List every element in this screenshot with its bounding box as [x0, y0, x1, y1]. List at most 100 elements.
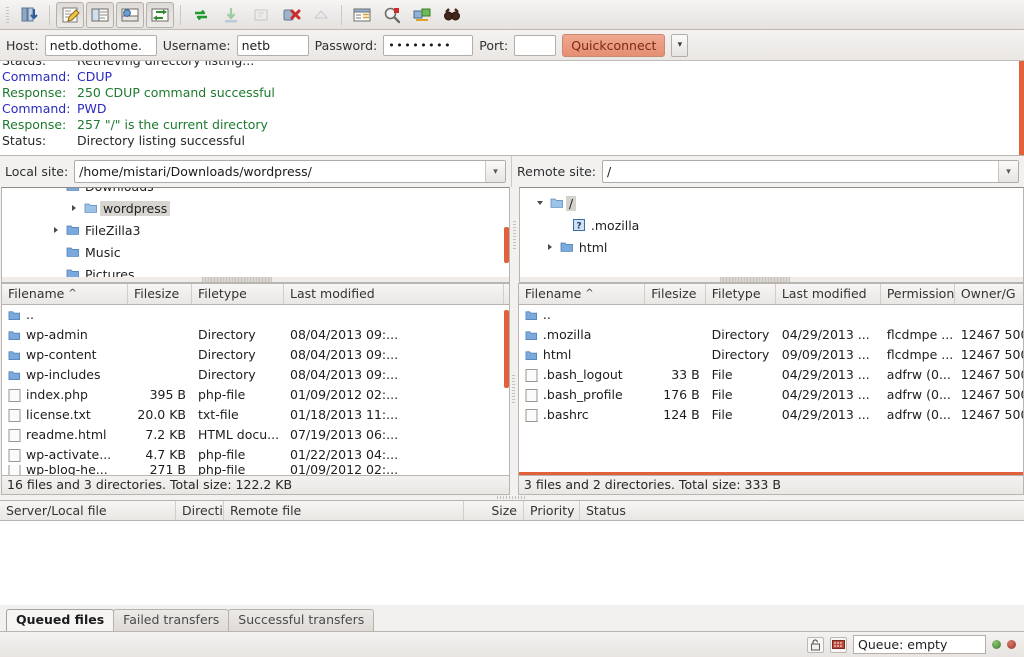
remote-list-scrollbar-horizontal[interactable]: [519, 472, 1023, 475]
column-header-label: Last modified: [290, 284, 375, 304]
remote-tree-scrollbar-horizontal[interactable]: [520, 277, 1023, 282]
insecure-icon[interactable]: [807, 637, 824, 653]
table-row[interactable]: index.php 395 B php-file 01/09/2012 02:.…: [2, 385, 509, 405]
table-row[interactable]: readme.html 7.2 KB HTML docu... 07/19/20…: [2, 425, 509, 445]
quickconnect-dropdown-button[interactable]: ▾: [671, 34, 688, 57]
trees-splitter[interactable]: [511, 187, 518, 283]
local-file-list[interactable]: Filename ^ Filesize Filetype Last modifi…: [1, 283, 510, 495]
find-files-button[interactable]: [438, 2, 466, 28]
filter-button[interactable]: [348, 2, 376, 28]
message-log-scrollbar[interactable]: [1019, 61, 1024, 155]
expander-down-icon[interactable]: [532, 199, 548, 207]
expander-right-icon[interactable]: [542, 243, 558, 251]
username-input[interactable]: netb: [237, 35, 309, 56]
column-header-last-modified[interactable]: Last modified: [776, 284, 881, 304]
table-row[interactable]: wp-content Directory 08/04/2013 09:...: [2, 345, 509, 365]
local-list-scrollbar-vertical[interactable]: [504, 306, 509, 474]
toolbar-grip[interactable]: [4, 5, 11, 25]
remote-directory-tree[interactable]: / ? .mozilla: [519, 187, 1024, 283]
toggle-transfer-queue-button[interactable]: [116, 2, 144, 28]
local-list-body[interactable]: .. wp-admin Directory 08/04/2013 09:...: [2, 305, 509, 475]
table-row[interactable]: .bash_logout 33 B File 04/29/2013 ... ad…: [519, 365, 1023, 385]
column-header-filename[interactable]: Filename ^: [519, 284, 645, 304]
host-input[interactable]: netb.dothome.: [45, 35, 157, 56]
refresh-button[interactable]: [187, 2, 215, 28]
column-header-permission[interactable]: Permission: [881, 284, 955, 304]
transfer-speed-icon[interactable]: [830, 637, 847, 653]
site-manager-button[interactable]: [15, 2, 43, 28]
expander-down-icon[interactable]: [48, 187, 64, 190]
cell-filename: wp-includes: [2, 365, 128, 385]
cell-filesize: 7.2 KB: [128, 425, 192, 445]
remote-file-list[interactable]: Filename ^ Filesize Filetype Last modifi…: [518, 283, 1024, 495]
remote-site-input[interactable]: /: [603, 164, 998, 179]
compare-directories-button[interactable]: [378, 2, 406, 28]
reconnect-button[interactable]: [307, 2, 335, 28]
column-header-label: Owner/G: [961, 284, 1016, 304]
table-row[interactable]: .bash_profile 176 B File 04/29/2013 ... …: [519, 385, 1023, 405]
local-tree-scrollbar-vertical[interactable]: [504, 189, 509, 281]
quickconnect-button[interactable]: Quickconnect: [562, 34, 665, 57]
local-directory-tree[interactable]: Downloads wordpress: [1, 187, 510, 283]
local-site-combo[interactable]: /home/mistari/Downloads/wordpress/ ▾: [74, 160, 506, 183]
toggle-message-log-button[interactable]: [56, 2, 84, 28]
process-queue-button[interactable]: [217, 2, 245, 28]
remote-list-body[interactable]: .. .mozilla Directory 04/29/2013 ...: [519, 305, 1023, 475]
cell-filetype: php-file: [192, 385, 284, 405]
local-site-input[interactable]: /home/mistari/Downloads/wordpress/: [75, 164, 485, 179]
port-input[interactable]: [514, 35, 556, 56]
table-row[interactable]: wp-activate... 4.7 KB php-file 01/22/201…: [2, 445, 509, 465]
column-header-filetype[interactable]: Filetype: [192, 284, 284, 304]
column-header-filesize[interactable]: Filesize: [128, 284, 192, 304]
tree-node[interactable]: wordpress: [2, 197, 509, 219]
table-row[interactable]: wp-blog-he... 271 B php-file 01/09/2012 …: [2, 465, 509, 475]
remote-site-dropdown-button[interactable]: ▾: [998, 161, 1018, 182]
column-header-filetype[interactable]: Filetype: [706, 284, 776, 304]
local-site-dropdown-button[interactable]: ▾: [485, 161, 505, 182]
table-row[interactable]: html Directory 09/09/2013 ... flcdmpe ..…: [519, 345, 1023, 365]
synchronized-browsing-button[interactable]: [408, 2, 436, 28]
local-tree-scrollbar-horizontal[interactable]: [2, 277, 509, 282]
cancel-operation-button[interactable]: [247, 2, 275, 28]
folder-glyph: [560, 241, 574, 253]
tree-node[interactable]: ? .mozilla: [520, 214, 1023, 236]
column-header-owner-group[interactable]: Owner/G: [955, 284, 1023, 304]
table-row[interactable]: license.txt 20.0 KB txt-file 01/18/2013 …: [2, 405, 509, 425]
toggle-directory-tree-button[interactable]: [86, 2, 114, 28]
tab-failed-transfers[interactable]: Failed transfers: [113, 609, 229, 631]
table-row[interactable]: .bashrc 124 B File 04/29/2013 ... adfrw …: [519, 405, 1023, 425]
tree-node[interactable]: Music: [2, 241, 509, 263]
column-header-filename[interactable]: Filename ^: [2, 284, 128, 304]
tree-node[interactable]: html: [520, 236, 1023, 258]
chevron-down-icon: ▾: [493, 167, 498, 177]
table-row[interactable]: ..: [519, 305, 1023, 325]
column-header-remote-file[interactable]: Remote file: [224, 501, 464, 520]
disconnect-button[interactable]: [277, 2, 305, 28]
column-header-server-local-file[interactable]: Server/Local file: [0, 501, 176, 520]
remote-site-combo[interactable]: / ▾: [602, 160, 1019, 183]
column-header-size[interactable]: Size: [464, 501, 524, 520]
cell-filesize: 4.7 KB: [128, 445, 192, 465]
table-row[interactable]: wp-admin Directory 08/04/2013 09:...: [2, 325, 509, 345]
table-row[interactable]: .mozilla Directory 04/29/2013 ... flcdmp…: [519, 325, 1023, 345]
lists-splitter[interactable]: [510, 283, 517, 495]
message-log[interactable]: Status: Retrieving directory listing... …: [0, 61, 1024, 156]
tree-node[interactable]: FileZilla3: [2, 219, 509, 241]
tree-node[interactable]: Downloads: [2, 187, 509, 197]
expander-right-icon[interactable]: [48, 226, 64, 234]
column-header-priority[interactable]: Priority: [524, 501, 580, 520]
column-header-filesize[interactable]: Filesize: [645, 284, 705, 304]
password-input[interactable]: ••••••••: [383, 35, 473, 56]
column-header-status[interactable]: Status: [580, 501, 670, 520]
tab-queued-files[interactable]: Queued files: [6, 609, 114, 631]
tree-node[interactable]: /: [520, 192, 1023, 214]
cell-filename: ..: [519, 305, 645, 325]
expander-right-icon[interactable]: [66, 204, 82, 212]
toggle-local-remote-button[interactable]: [146, 2, 174, 28]
column-header-last-modified[interactable]: Last modified: [284, 284, 504, 304]
column-header-direction[interactable]: Directio: [176, 501, 224, 520]
tab-successful-transfers[interactable]: Successful transfers: [228, 609, 374, 631]
queue-body[interactable]: [0, 521, 1024, 605]
table-row[interactable]: wp-includes Directory 08/04/2013 09:...: [2, 365, 509, 385]
table-row[interactable]: ..: [2, 305, 509, 325]
